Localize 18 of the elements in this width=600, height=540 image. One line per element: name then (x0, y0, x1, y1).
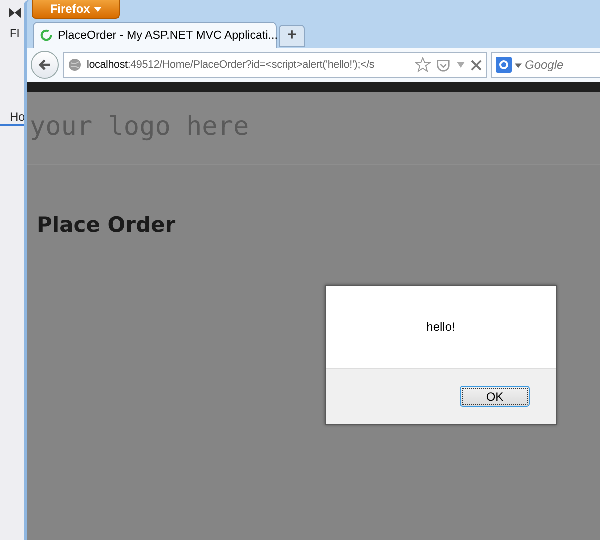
alert-message: hello! (426, 320, 456, 334)
star-icon[interactable] (415, 57, 431, 73)
app-logo-icon (9, 8, 21, 18)
pocket-icon[interactable] (436, 58, 451, 72)
menu-item[interactable]: FI (0, 28, 24, 40)
globe-icon (68, 58, 82, 72)
back-button[interactable] (31, 51, 59, 79)
caret-icon (94, 7, 102, 13)
new-tab-button[interactable]: + (279, 25, 305, 47)
close-icon[interactable] (471, 60, 482, 70)
browser-tab[interactable]: PlaceOrder - My ASP.NET MVC Applicati... (33, 22, 277, 48)
loading-icon (40, 29, 53, 42)
search-engine-icon[interactable] (496, 57, 512, 73)
page-heading: Place Order (37, 213, 177, 237)
ok-button[interactable]: OK (460, 386, 530, 407)
dropdown-icon[interactable] (515, 62, 522, 68)
search-field[interactable]: Google (491, 52, 600, 78)
address-field[interactable]: localhost:49512/Home/PlaceOrder?id=<script>alert('hello!');</s (63, 52, 487, 78)
